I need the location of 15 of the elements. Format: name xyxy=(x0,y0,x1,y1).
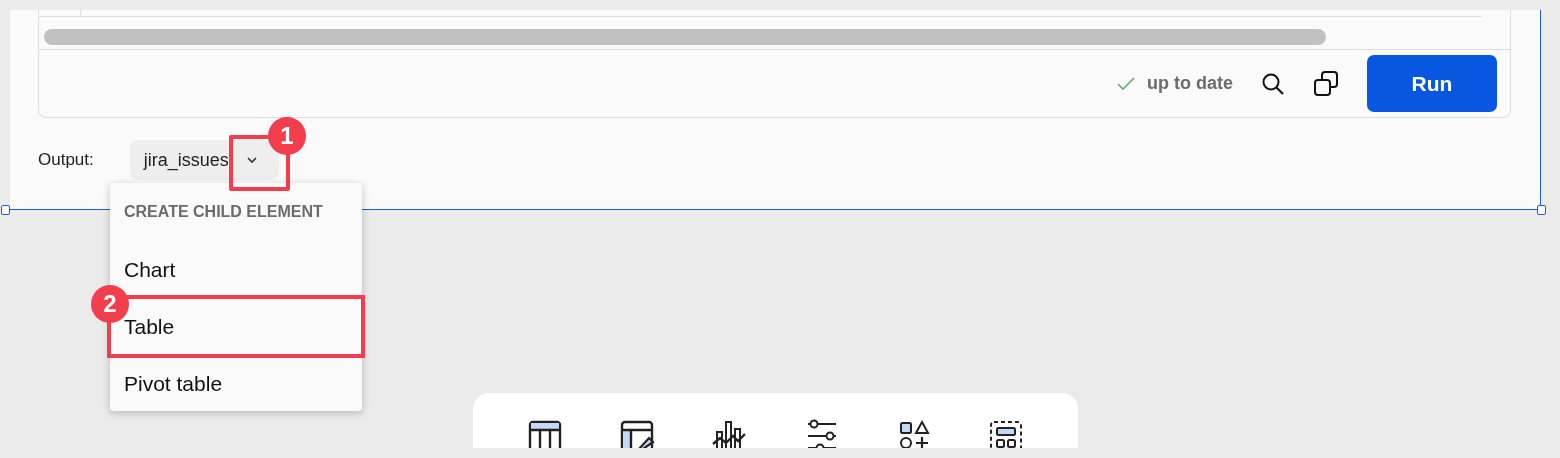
search-icon[interactable] xyxy=(1261,71,1285,96)
output-label: Output: xyxy=(38,150,94,170)
run-button[interactable]: Run xyxy=(1367,55,1497,112)
status-text: up to date xyxy=(1147,73,1233,94)
table-icon[interactable] xyxy=(527,419,564,448)
chevron-icon xyxy=(246,157,257,163)
output-dropdown[interactable]: jira_issues xyxy=(129,140,279,180)
menu-header: CREATE CHILD ELEMENT xyxy=(123,202,324,222)
chart-icon[interactable] xyxy=(711,419,748,448)
menu-item[interactable]: Pivot table xyxy=(110,355,362,412)
table-edit-icon[interactable] xyxy=(619,419,656,448)
scrollbar-thumb[interactable] xyxy=(44,29,1326,45)
layout-icon[interactable] xyxy=(987,419,1024,448)
resize-handle[interactable] xyxy=(1,205,10,215)
copy-icon[interactable] xyxy=(1313,70,1339,97)
